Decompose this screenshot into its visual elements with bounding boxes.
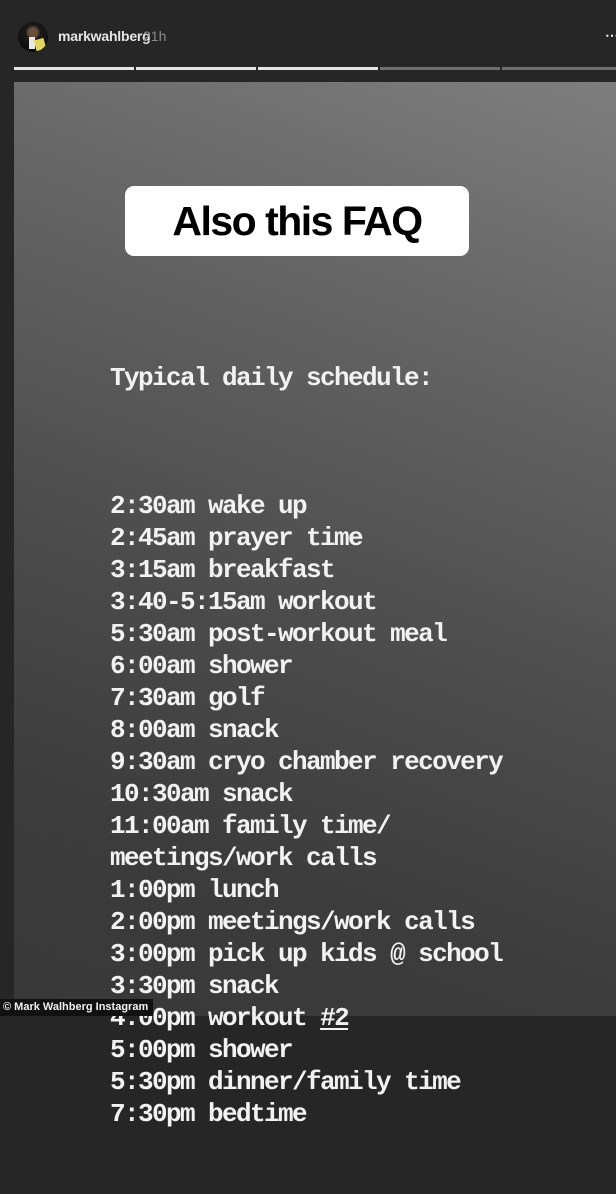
- hashtag-link[interactable]: #2: [320, 1003, 350, 1033]
- schedule-activity: prayer time: [208, 523, 364, 553]
- schedule-activity: lunch: [208, 875, 280, 905]
- schedule-activity: snack: [208, 715, 280, 745]
- schedule-item: 3:40-5:15am workout: [110, 586, 502, 618]
- schedule-activity: shower: [208, 1035, 294, 1065]
- schedule-item: 7:30pm bedtime: [110, 1098, 502, 1130]
- schedule-time: 9:30am: [110, 747, 209, 777]
- schedule-time: 3:30pm: [110, 971, 209, 1001]
- schedule-time: 3:00pm: [110, 939, 209, 969]
- story-header: markwahlberg 21h ⋯: [0, 0, 616, 82]
- schedule-activity: workout: [278, 587, 378, 617]
- schedule-time: 2:00pm: [110, 907, 209, 937]
- schedule-item: 5:00pm shower: [110, 1034, 502, 1066]
- post-timestamp: 21h: [143, 28, 167, 44]
- faq-label: Also this FAQ: [125, 186, 469, 256]
- schedule-item: 2:45am prayer time: [110, 522, 502, 554]
- schedule-item: 5:30am post-workout meal: [110, 618, 502, 650]
- schedule-activity: breakfast: [208, 555, 336, 585]
- schedule-item: 10:30am snack: [110, 778, 502, 810]
- schedule-time: 5:30pm: [110, 1067, 209, 1097]
- more-options-icon[interactable]: ⋯: [605, 28, 616, 42]
- schedule-time: 3:15am: [110, 555, 209, 585]
- schedule-activity: meetings/work calls: [110, 843, 378, 873]
- schedule-activity: pick up kids @ school: [208, 939, 504, 969]
- schedule-activity: wake up: [208, 491, 308, 521]
- progress-segment: [380, 67, 500, 70]
- schedule-rows: 2:30am wake up 2:45am prayer time 3:15am b…: [110, 490, 504, 1130]
- avatar-paper: [33, 37, 47, 52]
- schedule-activity: cryo chamber recovery: [208, 747, 504, 777]
- schedule-time: 1:00pm: [110, 875, 209, 905]
- schedule-time: 5:00pm: [110, 1035, 209, 1065]
- schedule-time: 3:40-5:15am: [110, 587, 279, 617]
- schedule-activity: golf: [208, 683, 266, 713]
- schedule-item: 3:15am breakfast: [110, 554, 502, 586]
- schedule-item: 3:00pm pick up kids @ school: [110, 938, 504, 970]
- progress-segment: [14, 67, 134, 70]
- schedule-activity: dinner/family time: [208, 1067, 462, 1097]
- schedule-item: 8:00am snack: [110, 714, 502, 746]
- story-progress-bar: [14, 67, 616, 70]
- schedule-item: meetings/work calls: [110, 842, 502, 874]
- schedule-item: 9:30am cryo chamber recovery: [110, 746, 504, 778]
- schedule-time: 11:00am: [110, 811, 223, 841]
- photo-credit: © Mark Walhberg Instagram: [0, 999, 154, 1016]
- schedule-activity: bedtime: [208, 1099, 308, 1129]
- schedule-item: 11:00am family time/: [110, 810, 502, 842]
- schedule-time: 2:45am: [110, 523, 209, 553]
- schedule-activity: family time/: [222, 811, 392, 841]
- schedule-time: 6:00am: [110, 651, 209, 681]
- progress-segment: [258, 67, 378, 70]
- schedule-item: 3:30pm snack: [110, 970, 502, 1002]
- schedule-item: 6:00am shower: [110, 650, 502, 682]
- schedule-activity: meetings/work calls: [208, 907, 476, 937]
- story-content[interactable]: Also this FAQ Typical daily schedule: 2:…: [14, 82, 616, 1129]
- username[interactable]: markwahlberg: [58, 28, 151, 44]
- schedule-time: 2:30am: [110, 491, 209, 521]
- progress-segment: [136, 67, 256, 70]
- schedule-time: 10:30am: [110, 779, 223, 809]
- schedule-item: 1:00pm lunch: [110, 874, 502, 906]
- avatar[interactable]: [18, 22, 48, 52]
- schedule-activity: snack: [222, 779, 294, 809]
- schedule-heading: Typical daily schedule:: [110, 363, 434, 393]
- schedule-time: 7:30pm: [110, 1099, 209, 1129]
- schedule-activity: snack: [208, 971, 280, 1001]
- schedule-activity: workout: [208, 1003, 308, 1033]
- schedule-item: 2:30am wake up: [110, 490, 502, 522]
- schedule-time: 5:30am: [110, 619, 209, 649]
- schedule-item: 5:30pm dinner/family time: [110, 1066, 502, 1098]
- schedule-time: 8:00am: [110, 715, 209, 745]
- schedule-activity: post-workout meal: [208, 619, 448, 649]
- schedule-item: 4:00pm workout #2: [110, 1002, 502, 1034]
- schedule-item: 7:30am golf: [110, 682, 502, 714]
- progress-segment: [502, 67, 616, 70]
- schedule-list: Typical daily schedule: 2:30am wake up 2:…: [110, 298, 504, 1194]
- schedule-item: 2:00pm meetings/work calls: [110, 906, 502, 938]
- schedule-activity: shower: [208, 651, 294, 681]
- schedule-time: 7:30am: [110, 683, 209, 713]
